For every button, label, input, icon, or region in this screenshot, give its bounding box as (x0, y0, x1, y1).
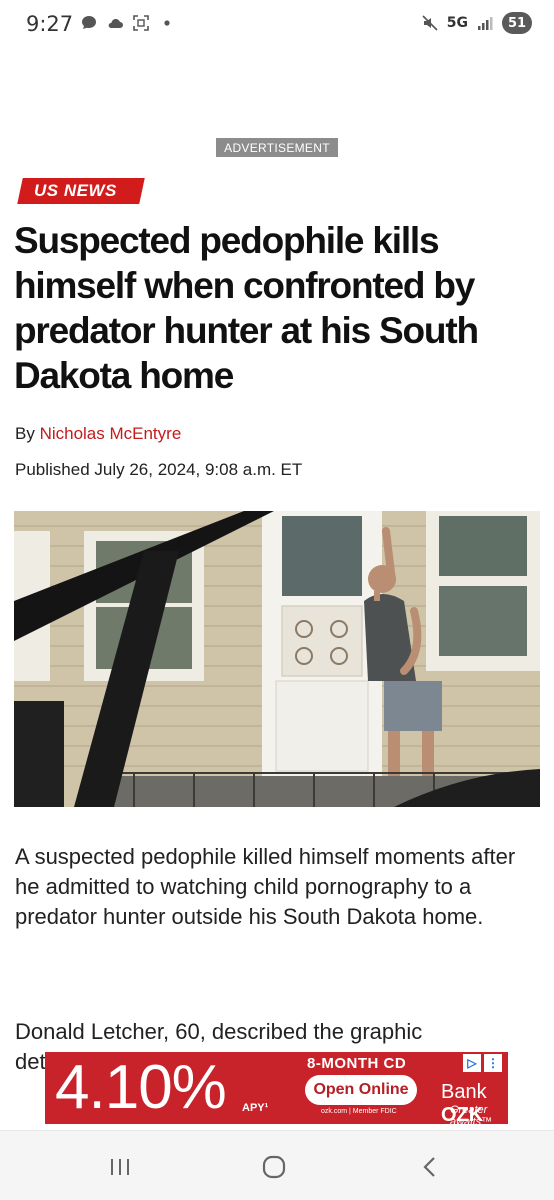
ad-open-online-button[interactable]: Open Online (305, 1075, 417, 1105)
cloud-icon (108, 19, 123, 28)
network-type: 5G (446, 15, 468, 31)
signal-icon (478, 17, 493, 30)
banner-ad[interactable]: 4.10% APY¹ 8-MONTH CD Open Online ozk.co… (45, 1052, 508, 1124)
recent-apps-button[interactable] (98, 1149, 142, 1185)
category-label: US NEWS (34, 181, 117, 200)
ad-tagline: Greater awaits™ (450, 1104, 493, 1124)
screenshot-icon (133, 15, 149, 31)
author-link[interactable]: Nicholas McEntyre (40, 424, 182, 443)
ad-term: 8-MONTH CD (307, 1055, 407, 1072)
ad-brand-prefix: Bank (441, 1081, 487, 1103)
home-icon (262, 1155, 286, 1179)
article-paragraph: A suspected pedophile killed himself mom… (15, 844, 516, 929)
dot-icon (164, 20, 170, 26)
adchoices-icon[interactable]: ▷ (463, 1054, 481, 1072)
mute-icon (422, 15, 438, 31)
ad-menu-icon[interactable]: ⋮ (484, 1054, 502, 1072)
home-button[interactable] (252, 1149, 296, 1185)
ad-fine-print: ozk.com | Member FDIC (321, 1108, 397, 1115)
back-button[interactable] (408, 1149, 452, 1185)
system-icons: 5G 51 (421, 12, 532, 34)
hero-photo[interactable] (14, 511, 540, 807)
published-date: Published July 26, 2024, 9:08 a.m. ET (15, 460, 303, 479)
status-bar: 9:27 5G 51 (0, 0, 554, 52)
back-icon (423, 1157, 435, 1177)
house-photo-illustration (14, 511, 540, 807)
battery-indicator: 51 (502, 12, 532, 34)
byline-prefix: By (15, 424, 40, 443)
advertisement-label: ADVERTISEMENT (216, 138, 338, 157)
article-headline: Suspected pedophile kills himself when c… (14, 220, 479, 396)
notification-icons (80, 14, 176, 32)
ad-choices[interactable]: ▷ ⋮ (463, 1054, 502, 1072)
category-badge[interactable]: US NEWS (17, 178, 145, 204)
system-nav-bar (0, 1130, 554, 1200)
byline: By Nicholas McEntyre (15, 424, 181, 444)
recent-apps-icon (111, 1159, 129, 1175)
status-time: 9:27 (26, 12, 74, 36)
chat-bubble-icon (82, 16, 96, 29)
ad-rate: 4.10% (55, 1053, 227, 1122)
ad-apy: APY¹ (242, 1102, 269, 1114)
